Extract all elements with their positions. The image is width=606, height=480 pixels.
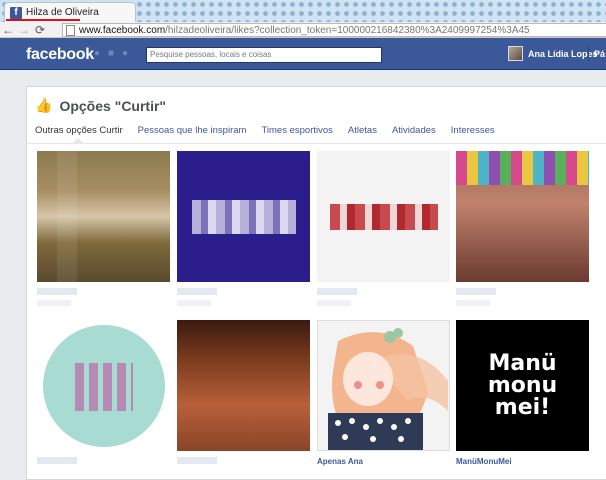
page-title: Opções "Curtir" (59, 97, 167, 114)
like-thumb-icon: 👍 (35, 97, 53, 113)
address-bar[interactable]: www.facebook.com/hilzadeoliveira/likes?c… (62, 23, 606, 37)
like-card-label-blurred (317, 288, 357, 295)
likes-panel: 👍 Opções "Curtir" Outras opções Curtir P… (26, 86, 606, 480)
likes-tabs: Outras opções Curtir Pessoas que lhe ins… (35, 125, 495, 136)
like-card-sublabel-blurred (456, 300, 490, 306)
like-card[interactable] (317, 151, 450, 306)
like-card-image[interactable] (317, 320, 450, 451)
friend-requests-icon[interactable]: ● (94, 49, 103, 59)
apenas-ana-illustration (318, 321, 449, 450)
url-host: www.facebook.com (79, 24, 166, 36)
like-card-label[interactable]: Apenas Ana (317, 457, 450, 467)
messages-icon[interactable]: ■ (108, 49, 117, 59)
page-icon (66, 24, 75, 36)
like-card[interactable] (37, 320, 170, 464)
forward-arrow-icon[interactable]: → (16, 23, 32, 37)
logo-text-line1: Manü (488, 350, 557, 376)
like-card[interactable] (177, 320, 310, 464)
tab-pessoas-inspiram[interactable]: Pessoas que lhe inspiram (138, 125, 247, 136)
tab-atividades[interactable]: Atividades (392, 125, 436, 136)
url-path: /hilzadeoliveira/likes?collection_token=… (165, 24, 530, 36)
like-card-image[interactable]: Manü monu mei! (456, 320, 589, 451)
like-card-sublabel-blurred (317, 300, 351, 306)
like-card-label-blurred (456, 288, 496, 295)
panel-title: 👍 Opções "Curtir" (35, 97, 166, 114)
search-input[interactable]: Pesquise pessoas, locais e coisas (146, 47, 382, 63)
like-card-image[interactable] (37, 320, 170, 451)
like-card-image[interactable] (177, 151, 310, 282)
browser-toolbar: ← → ⟳ www.facebook.com/hilzadeoliveira/l… (0, 22, 606, 38)
facebook-logo[interactable]: facebook (26, 46, 94, 64)
tab-outras-opcoes[interactable]: Outras opções Curtir (35, 125, 123, 136)
like-card-image[interactable] (317, 151, 450, 282)
header-separator (588, 46, 589, 62)
like-card[interactable] (177, 151, 310, 306)
facebook-header: facebook ● ■ ● Pesquise pessoas, locais … (0, 38, 606, 70)
browser-tab-strip: f Hilza de Oliveira (0, 0, 606, 22)
like-card-label-blurred (177, 288, 217, 295)
like-card[interactable] (37, 151, 170, 306)
like-card-image[interactable] (177, 320, 310, 451)
tab-atletas[interactable]: Atletas (348, 125, 377, 136)
avatar (508, 46, 523, 61)
tab-underline-annotation (6, 19, 80, 21)
like-card-label-blurred (37, 457, 77, 464)
like-card-apenas-ana[interactable]: Apenas Ana (317, 320, 450, 467)
like-card-manumonumei[interactable]: Manü monu mei! ManüMonuMei (456, 320, 589, 467)
logo-text-line3: mei! (494, 394, 551, 420)
back-arrow-icon[interactable]: ← (0, 23, 16, 37)
notifications-icon[interactable]: ● (122, 49, 131, 59)
like-card-sublabel-blurred (37, 300, 71, 306)
user-profile-link[interactable]: Ana Lídia Lopes (508, 46, 598, 61)
like-card-label-blurred (37, 288, 77, 295)
facebook-favicon-icon: f (10, 6, 22, 19)
tab-interesses[interactable]: Interesses (451, 125, 495, 136)
like-card-sublabel-blurred (177, 300, 211, 306)
browser-tab-title: Hilza de Oliveira (26, 7, 99, 18)
tabs-divider (27, 143, 606, 144)
like-card-image[interactable] (456, 151, 589, 282)
like-card[interactable] (456, 151, 589, 306)
tab-times-esportivos[interactable]: Times esportivos (261, 125, 332, 136)
home-link[interactable]: Pá (594, 49, 605, 59)
like-card-label-blurred (177, 457, 217, 464)
logo-text-line2: monu (487, 372, 558, 398)
notification-jewels: ● ■ ● (94, 49, 131, 59)
like-card-label[interactable]: ManüMonuMei (456, 457, 589, 467)
like-card-image[interactable] (37, 151, 170, 282)
reload-icon[interactable]: ⟳ (32, 23, 48, 37)
